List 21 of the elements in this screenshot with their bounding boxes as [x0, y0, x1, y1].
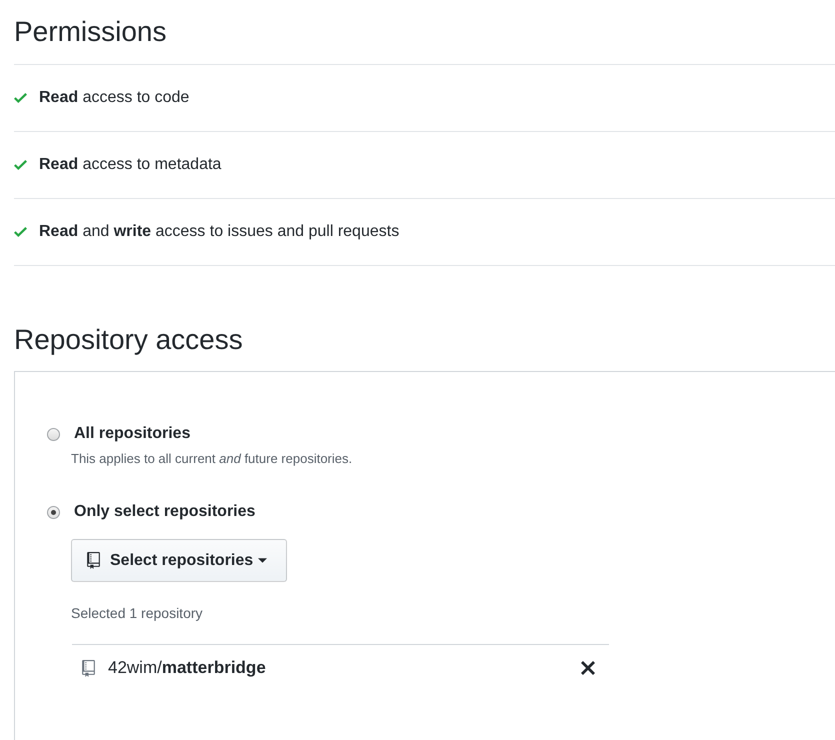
permission-text: Read access to code: [39, 88, 190, 108]
check-icon: [14, 93, 27, 103]
section-title: Repository access: [14, 323, 244, 357]
remove-button[interactable]: [581, 661, 595, 675]
selected-count: Selected 1 repository: [71, 604, 204, 623]
repo-icon: [82, 660, 95, 676]
option-description: This applies to all current and future repositories.: [71, 450, 354, 468]
close-icon: [581, 661, 595, 675]
select-repositories-button[interactable]: Select repositories: [71, 539, 287, 582]
radio-button[interactable]: [47, 428, 60, 440]
radio-button[interactable]: [47, 506, 60, 518]
option-label[interactable]: All repositories: [74, 422, 190, 446]
repository-name: 42wim/matterbridge: [108, 657, 266, 679]
repo-icon: [87, 552, 100, 569]
permissions-title: Permissions: [14, 0, 835, 65]
check-icon: [14, 227, 27, 237]
option-label[interactable]: Only select repositories: [74, 500, 256, 524]
permission-text: Read access to metadata: [39, 155, 222, 175]
permission-text: Read and write access to issues and pull requests: [39, 222, 400, 242]
caret-icon: [258, 558, 268, 563]
check-icon: [14, 160, 27, 170]
